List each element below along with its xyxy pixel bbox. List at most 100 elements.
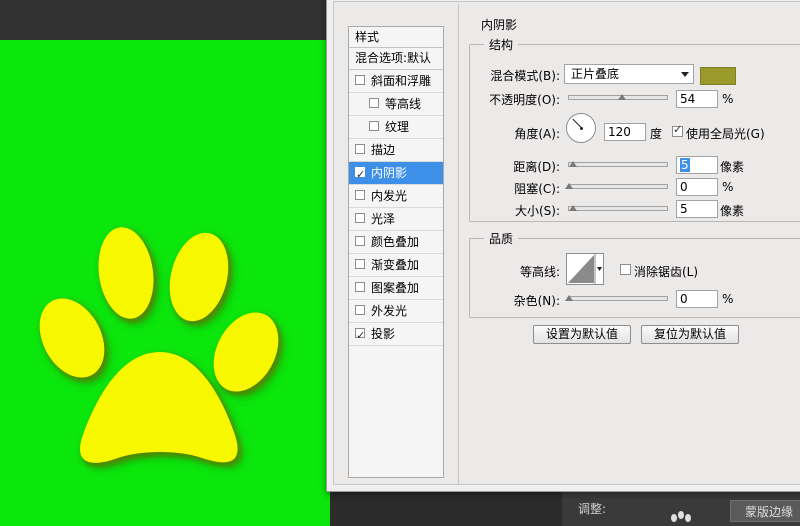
style-item-label: 描边 [371,143,396,157]
style-checkbox[interactable] [355,282,365,292]
reset-default-button[interactable]: 复位为默认值 [641,325,739,344]
opacity-unit: % [722,92,734,106]
choke-slider[interactable] [565,183,668,189]
section-title: 内阴影 [481,18,518,32]
noise-value: 0 [680,292,688,306]
angle-hub [580,127,583,130]
style-checkbox[interactable] [355,236,365,246]
noise-slider-thumb[interactable] [565,295,573,301]
blend-mode-select[interactable]: 正片叠底 [564,64,694,84]
style-item[interactable]: 斜面和浮雕 [349,70,443,93]
choke-value: 0 [680,180,688,194]
style-item-label: 图案叠加 [371,281,420,295]
angle-input[interactable]: 120 [604,123,646,141]
anti-alias-label[interactable]: 消除锯齿(L) [634,263,698,280]
style-item-label: 渐变叠加 [371,258,420,272]
style-item-label: 等高线 [385,97,422,111]
distance-unit: 像素 [720,160,745,174]
contour-picker[interactable] [566,253,604,285]
size-input[interactable]: 5 [676,200,718,218]
distance-input[interactable]: 5 [676,156,718,174]
style-item[interactable]: 投影 [349,323,443,347]
style-item-label: 斜面和浮雕 [371,74,432,88]
style-item[interactable]: 外发光 [349,300,443,323]
noise-slider[interactable] [565,295,668,301]
angle-dial[interactable] [566,113,596,143]
style-item[interactable]: 内发光 [349,185,443,208]
style-item-label: 光泽 [371,212,396,226]
toolbar-strip [0,0,330,40]
style-item[interactable]: 颜色叠加 [349,231,443,254]
size-label: 大小(S): [514,204,560,218]
opacity-slider[interactable] [568,94,668,100]
inner-shadow-settings: 内阴影 结构 混合模式(B): 正片叠底 不透明度(O): 54 % 角度(A)… [458,4,800,484]
style-item[interactable]: 纹理 [349,116,443,139]
style-checkbox[interactable] [369,121,379,131]
noise-input[interactable]: 0 [676,290,718,308]
angle-label: 角度(A): [514,127,560,141]
contour-label: 等高线: [519,265,560,279]
blend-mode-label: 混合模式(B): [490,69,560,83]
global-light-label[interactable]: 使用全局光(G) [686,125,765,142]
quality-group: 品质 等高线: 消除锯齿(L) 杂色(N): 0 % [469,230,800,318]
blend-options-item[interactable]: 混合选项:默认 [349,48,443,70]
structure-title: 结构 [484,36,519,53]
global-light-checkbox[interactable] [672,123,683,137]
mask-edge-button[interactable]: 蒙版边缘 [730,500,800,522]
style-checkbox[interactable] [369,98,379,108]
styles-header[interactable]: 样式 [349,27,443,48]
choke-input[interactable]: 0 [676,178,718,196]
opacity-value: 54 [680,92,696,106]
style-item-label: 纹理 [385,120,410,134]
contour-linear-icon [568,254,602,284]
anti-alias-checkbox[interactable] [620,264,631,275]
distance-slider-thumb[interactable] [569,161,577,167]
size-slider[interactable] [568,205,668,211]
style-item-label: 投影 [371,327,396,341]
shadow-color-swatch[interactable] [700,67,736,85]
opacity-label: 不透明度(O): [489,93,560,107]
size-slider-thumb[interactable] [569,205,577,211]
style-item[interactable]: 内阴影 [349,162,443,186]
style-item[interactable]: 描边 [349,139,443,162]
quality-title: 品质 [484,230,519,247]
style-checkbox[interactable] [355,144,365,154]
blend-mode-value: 正片叠底 [571,67,620,81]
angle-unit: 度 [650,127,663,141]
style-checkbox[interactable] [355,325,365,347]
style-checkbox[interactable] [355,213,365,223]
chevron-down-icon [681,72,689,77]
choke-label: 阻塞(C): [514,182,560,196]
dialog-body: 样式 混合选项:默认 斜面和浮雕等高线纹理描边内阴影内发光光泽颜色叠加渐变叠加图… [333,1,800,485]
distance-slider[interactable] [568,161,668,167]
distance-value: 5 [680,158,690,172]
style-item-label: 外发光 [371,304,408,318]
paw-print-image [39,227,279,463]
style-checkbox[interactable] [355,190,365,200]
style-item[interactable]: 光泽 [349,208,443,231]
size-value: 5 [680,202,688,216]
style-checkbox[interactable] [355,259,365,269]
size-unit: 像素 [720,204,745,218]
noise-unit: % [722,292,734,306]
distance-label: 距离(D): [513,160,560,174]
adjust-label: 调整: [578,502,607,516]
style-item-label: 内发光 [371,189,408,203]
style-checkbox[interactable] [355,305,365,315]
adjustments-panel: 调整: 蒙版边缘 [562,488,800,526]
style-checkbox[interactable] [355,75,365,85]
style-item[interactable]: 等高线 [349,93,443,116]
layer-style-dialog: 样式 混合选项:默认 斜面和浮雕等高线纹理描边内阴影内发光光泽颜色叠加渐变叠加图… [326,0,800,492]
style-item[interactable]: 渐变叠加 [349,254,443,277]
opacity-input[interactable]: 54 [676,90,718,108]
opacity-slider-thumb[interactable] [617,94,626,100]
style-item[interactable]: 图案叠加 [349,277,443,300]
style-item-label: 内阴影 [371,166,408,180]
style-checkbox[interactable] [355,164,365,186]
styles-list: 样式 混合选项:默认 斜面和浮雕等高线纹理描边内阴影内发光光泽颜色叠加渐变叠加图… [348,26,444,478]
noise-label: 杂色(N): [513,294,560,308]
paw-thumbnail-icon [671,511,691,522]
choke-slider-thumb[interactable] [565,183,573,189]
set-default-button[interactable]: 设置为默认值 [533,325,631,344]
document-canvas[interactable] [0,40,330,526]
